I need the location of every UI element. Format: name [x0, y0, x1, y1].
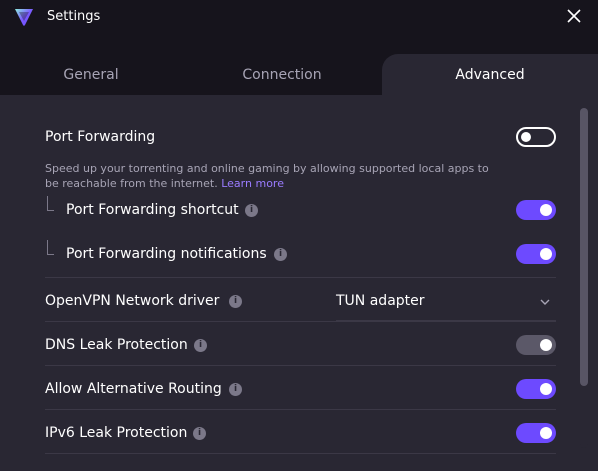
info-icon[interactable]: i — [229, 383, 242, 396]
info-icon[interactable]: i — [193, 427, 206, 440]
info-icon[interactable]: i — [194, 339, 207, 352]
divider — [45, 409, 556, 410]
divider — [45, 277, 556, 278]
toggle-knob — [540, 427, 552, 439]
advanced-settings-panel: Port Forwarding Speed up your torrenting… — [0, 95, 598, 471]
chevron-down-icon[interactable] — [538, 295, 552, 309]
port-forwarding-toggle[interactable] — [516, 127, 556, 147]
tab-general[interactable]: General — [0, 54, 182, 95]
toggle-knob — [540, 383, 552, 395]
toggle-knob — [540, 339, 552, 351]
alternative-routing-label: Allow Alternative Routing — [45, 381, 222, 397]
close-icon[interactable] — [562, 4, 586, 28]
info-icon[interactable]: i — [229, 295, 242, 308]
openvpn-driver-select[interactable]: TUN adapter — [336, 293, 425, 309]
alternative-routing-toggle[interactable] — [516, 379, 556, 399]
port-forwarding-notifications-toggle[interactable] — [516, 244, 556, 264]
toggle-knob — [521, 132, 531, 142]
dns-leak-protection-label: DNS Leak Protection — [45, 337, 188, 353]
info-icon[interactable]: i — [274, 248, 287, 261]
dns-leak-protection-toggle — [516, 335, 556, 355]
tree-connector-icon — [47, 240, 54, 255]
tree-connector-icon — [47, 196, 54, 211]
learn-more-link[interactable]: Learn more — [221, 177, 284, 190]
toggle-knob — [540, 248, 552, 260]
proton-vpn-logo-icon — [15, 9, 33, 26]
port-forwarding-label: Port Forwarding — [45, 129, 156, 145]
toggle-knob — [540, 204, 552, 216]
tab-advanced[interactable]: Advanced — [382, 54, 598, 95]
title-bar: Settings — [0, 0, 598, 34]
port-forwarding-description: Speed up your torrenting and online gami… — [45, 161, 495, 191]
tab-connection[interactable]: Connection — [182, 54, 382, 95]
tab-bar: General Connection Advanced — [0, 34, 598, 95]
divider — [45, 453, 556, 454]
divider — [45, 365, 556, 366]
openvpn-driver-label: OpenVPN Network driver — [45, 293, 220, 309]
port-forwarding-shortcut-label: Port Forwarding shortcut — [66, 202, 239, 218]
info-icon[interactable]: i — [245, 204, 258, 217]
port-forwarding-notifications-label: Port Forwarding notifications — [66, 246, 267, 262]
port-forwarding-shortcut-toggle[interactable] — [516, 200, 556, 220]
ipv6-leak-protection-toggle[interactable] — [516, 423, 556, 443]
scrollbar-thumb[interactable] — [580, 108, 588, 386]
window-title: Settings — [47, 9, 101, 24]
divider — [45, 321, 556, 322]
scrollbar[interactable] — [580, 108, 588, 448]
ipv6-leak-protection-label: IPv6 Leak Protection — [45, 425, 188, 441]
